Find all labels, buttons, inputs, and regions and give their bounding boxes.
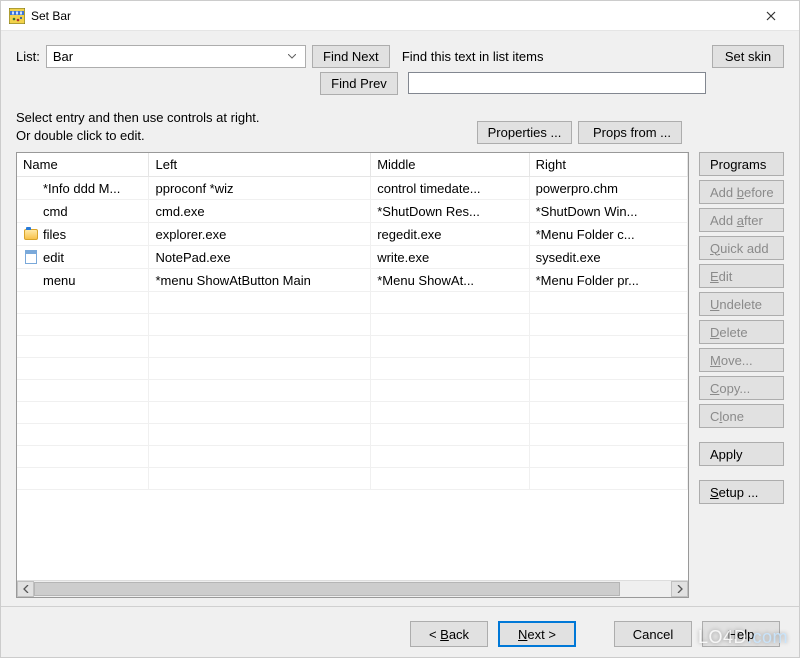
scroll-right-icon[interactable]: [671, 581, 688, 597]
table-row-empty[interactable]: [17, 336, 688, 358]
table-row[interactable]: cmd cmd.exe*ShutDown Res...*ShutDown Win.…: [17, 200, 688, 223]
table-row[interactable]: menu *menu ShowAtButton Main*Menu ShowAt.…: [17, 269, 688, 292]
edit-button[interactable]: Edit: [699, 264, 784, 288]
cell-right: *Menu Folder pr...: [529, 269, 687, 292]
cell-left: *menu ShowAtButton Main: [149, 269, 371, 292]
set-skin-button[interactable]: Set skin: [712, 45, 784, 68]
list-label: List:: [16, 49, 40, 64]
horizontal-scrollbar[interactable]: [17, 580, 688, 597]
entry-table[interactable]: Name Left Middle Right *Info ddd M... ppr…: [16, 152, 689, 598]
blank-icon: [23, 272, 39, 288]
cell-left: explorer.exe: [149, 223, 371, 246]
sidebar: Programs Add before Add after Quick add …: [699, 152, 784, 598]
table-header-row[interactable]: Name Left Middle Right: [17, 153, 688, 177]
cell-middle: control timedate...: [371, 177, 529, 200]
table-row[interactable]: *Info ddd M... pproconf *wizcontrol timed…: [17, 177, 688, 200]
table-row-empty[interactable]: [17, 468, 688, 490]
table-row-empty[interactable]: [17, 358, 688, 380]
quick-add-button[interactable]: Quick add: [699, 236, 784, 260]
cell-right: *ShutDown Win...: [529, 200, 687, 223]
cell-name: edit: [43, 250, 64, 265]
scroll-thumb[interactable]: [34, 582, 620, 596]
back-button[interactable]: < Back: [410, 621, 488, 647]
table-row-empty[interactable]: [17, 446, 688, 468]
col-header-name[interactable]: Name: [17, 153, 149, 177]
app-icon: [9, 8, 25, 24]
cell-name: menu: [43, 273, 76, 288]
col-header-middle[interactable]: Middle: [371, 153, 529, 177]
window-frame: Set Bar List: Bar Find Next Find this te…: [0, 0, 800, 658]
wizard-footer: < Back Next > Cancel Help: [16, 607, 784, 647]
cell-right: sysedit.exe: [529, 246, 687, 269]
cell-middle: *ShutDown Res...: [371, 200, 529, 223]
folder-icon: [23, 226, 39, 242]
col-header-left[interactable]: Left: [149, 153, 371, 177]
move-button[interactable]: Move...: [699, 348, 784, 372]
cell-left: pproconf *wiz: [149, 177, 371, 200]
cell-name: cmd: [43, 204, 68, 219]
add-before-button[interactable]: Add before: [699, 180, 784, 204]
find-label: Find this text in list items: [400, 49, 706, 64]
blank-icon: [23, 203, 39, 219]
window-title: Set Bar: [31, 9, 751, 23]
table-row[interactable]: edit NotePad.exewrite.exesysedit.exe: [17, 246, 688, 269]
cell-name: files: [43, 227, 66, 242]
copy-button[interactable]: Copy...: [699, 376, 784, 400]
close-button[interactable]: [751, 2, 791, 30]
apply-button[interactable]: Apply: [699, 442, 784, 466]
help-button[interactable]: Help: [702, 621, 780, 647]
cell-middle: regedit.exe: [371, 223, 529, 246]
cell-left: cmd.exe: [149, 200, 371, 223]
list-combo-value: Bar: [53, 49, 73, 64]
table-row-empty[interactable]: [17, 402, 688, 424]
properties-button[interactable]: Properties ...: [477, 121, 573, 144]
chevron-down-icon: [283, 46, 301, 67]
scroll-track[interactable]: [34, 581, 671, 597]
client-area: List: Bar Find Next Find this text in li…: [1, 31, 799, 657]
table-row-empty[interactable]: [17, 380, 688, 402]
notepad-icon: [23, 249, 39, 265]
add-after-button[interactable]: Add after: [699, 208, 784, 232]
table-row-empty[interactable]: [17, 292, 688, 314]
props-from-button[interactable]: Props from ...: [578, 121, 682, 144]
setup-button[interactable]: Setup ...: [699, 480, 784, 504]
programs-button[interactable]: Programs: [699, 152, 784, 176]
blank-icon: [23, 180, 39, 196]
list-combo[interactable]: Bar: [46, 45, 306, 68]
cell-middle: write.exe: [371, 246, 529, 269]
titlebar: Set Bar: [1, 1, 799, 31]
cell-left: NotePad.exe: [149, 246, 371, 269]
next-button[interactable]: Next >: [498, 621, 576, 647]
scroll-left-icon[interactable]: [17, 581, 34, 597]
cell-name: *Info ddd M...: [43, 181, 120, 196]
cancel-button[interactable]: Cancel: [614, 621, 692, 647]
table-row[interactable]: files explorer.exeregedit.exe*Menu Folder…: [17, 223, 688, 246]
find-prev-button[interactable]: Find Prev: [320, 72, 398, 95]
find-next-button[interactable]: Find Next: [312, 45, 390, 68]
clone-button[interactable]: Clone: [699, 404, 784, 428]
table-row-empty[interactable]: [17, 314, 688, 336]
cell-middle: *Menu ShowAt...: [371, 269, 529, 292]
cell-right: powerpro.chm: [529, 177, 687, 200]
undelete-button[interactable]: Undelete: [699, 292, 784, 316]
instructions-text: Select entry and then use controls at ri…: [16, 109, 260, 144]
col-header-right[interactable]: Right: [529, 153, 687, 177]
cell-right: *Menu Folder c...: [529, 223, 687, 246]
delete-button[interactable]: Delete: [699, 320, 784, 344]
find-text-input[interactable]: [408, 72, 706, 94]
table-row-empty[interactable]: [17, 424, 688, 446]
